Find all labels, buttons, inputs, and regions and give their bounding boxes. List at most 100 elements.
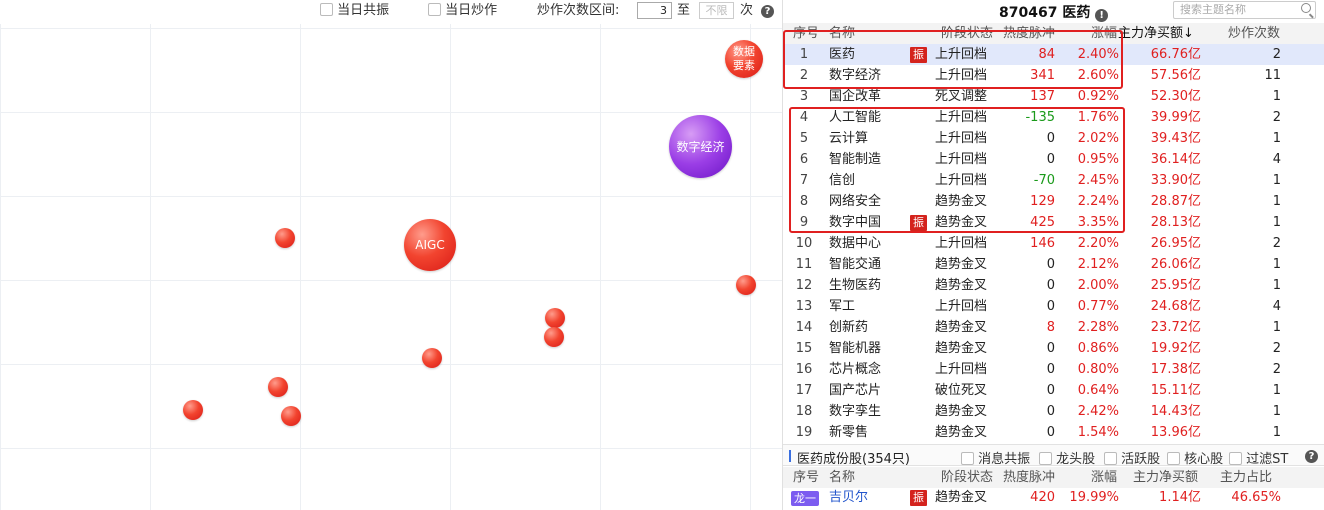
col-name[interactable]: 名称 [829,467,855,488]
chart-toolbar: 当日共振 当日炒作 炒作次数区间: 3 至 不限 次 ? [0,0,782,22]
bubble-label: 数字经济 [676,139,725,154]
col-chg[interactable]: 涨幅 [1091,467,1117,488]
theme-row[interactable]: 8 网络安全 趋势金叉 129 2.24% 28.87亿 1 [783,191,1324,212]
bubble[interactable] [183,400,203,420]
theme-row[interactable]: 1 医药 上升回档 84 2.40% 66.76亿 2 振 [783,44,1324,65]
stock-row[interactable]: 龙一 吉贝尔 振 趋势金叉 420 19.99% 1.14亿 46.65% [783,487,1324,509]
theme-stage: 趋势金叉 [935,425,988,440]
col-stage[interactable]: 阶段状态 [941,467,993,488]
theme-heat: 425 [1030,215,1055,230]
opt-active-stock[interactable]: 活跃股 [1104,448,1160,467]
bubble[interactable] [281,406,301,426]
theme-flow: 66.76亿 [1150,47,1201,62]
theme-chg: 1.76% [1077,110,1119,125]
bubble-aigc[interactable]: AIGC [404,219,456,271]
theme-row[interactable]: 5 云计算 上升回档 0 2.02% 39.43亿 1 [783,128,1324,149]
theme-heat: 0 [1046,257,1055,272]
toolbar-help-icon[interactable]: ? [761,2,774,20]
theme-count: 4 [1272,299,1281,314]
theme-stage: 趋势金叉 [935,257,988,272]
theme-row[interactable]: 16 芯片概念 上升回档 0 0.80% 17.38亿 2 [783,359,1324,380]
opt-news-resonance[interactable]: 消息共振 [961,448,1030,467]
col-stage[interactable]: 阶段状态 [941,23,993,44]
opt-filter-st[interactable]: 过滤ST [1229,448,1288,467]
hype-range-to-label: 至 [677,3,691,18]
bubble[interactable] [268,377,288,397]
theme-name: 智能制造 [829,152,882,167]
constituents-help-icon[interactable]: ? [1305,448,1318,463]
theme-heat: 0 [1046,341,1055,356]
hype-range-label: 炒作次数区间: [537,3,620,18]
theme-row[interactable]: 9 数字中国 趋势金叉 425 3.35% 28.13亿 1 振 [783,212,1324,233]
theme-row[interactable]: 11 智能交通 趋势金叉 0 2.12% 26.06亿 1 [783,254,1324,275]
theme-row[interactable]: 13 军工 上升回档 0 0.77% 24.68亿 4 [783,296,1324,317]
theme-row[interactable]: 4 人工智能 上升回档 -135 1.76% 39.99亿 2 [783,107,1324,128]
theme-row[interactable]: 10 数据中心 上升回档 146 2.20% 26.95亿 2 [783,233,1324,254]
col-cnt[interactable]: 炒作次数 [1228,23,1280,44]
theme-no: 1 [799,47,809,62]
theme-heat: 84 [1038,47,1055,62]
col-heat[interactable]: 热度脉冲 [1003,23,1055,44]
theme-row[interactable]: 12 生物医药 趋势金叉 0 2.00% 25.95亿 1 [783,275,1324,296]
theme-chg: 1.54% [1077,425,1119,440]
theme-no: 3 [799,89,809,104]
col-flow[interactable]: 主力净买额↓ [1118,23,1194,44]
theme-name: 数字经济 [829,68,882,83]
theme-search-input[interactable]: 搜索主题名称 [1173,1,1316,19]
theme-row[interactable]: 3 国企改革 死叉调整 137 0.92% 52.30亿 1 [783,86,1324,107]
theme-row[interactable]: 7 信创 上升回档 -70 2.45% 33.90亿 1 [783,170,1324,191]
opt-leader-stock[interactable]: 龙头股 [1039,448,1095,467]
theme-no: 6 [799,152,809,167]
resonance-badge: 振 [910,47,927,63]
col-heat[interactable]: 热度脉冲 [1003,467,1055,488]
theme-count: 2 [1272,47,1281,62]
theme-row[interactable]: 17 国产芯片 破位死叉 0 0.64% 15.11亿 1 [783,380,1324,401]
bubble-shuzijingji[interactable]: 数字经济 [669,115,732,178]
theme-table-header: 序号 名称 阶段状态 热度脉冲 涨幅 主力净买额↓ 炒作次数 [783,23,1324,44]
bubble-label: AIGC [415,238,445,252]
hype-range-to-input[interactable]: 不限 [699,2,734,19]
bubble[interactable] [736,275,756,295]
same-day-resonance-checkbox[interactable] [320,3,333,16]
theme-row[interactable]: 2 数字经济 上升回档 341 2.60% 57.56亿 11 [783,65,1324,86]
theme-no: 13 [795,299,813,314]
theme-row[interactable]: 18 数字孪生 趋势金叉 0 2.42% 14.43亿 1 [783,401,1324,422]
theme-chg: 2.28% [1077,320,1119,335]
theme-chg: 2.02% [1077,131,1119,146]
col-chg[interactable]: 涨幅 [1091,23,1117,44]
theme-heat: 0 [1046,362,1055,377]
theme-flow: 28.13亿 [1150,215,1201,230]
col-name[interactable]: 名称 [829,23,855,44]
theme-flow: 13.96亿 [1150,425,1201,440]
search-icon[interactable] [1301,3,1311,13]
same-day-hype-toggle[interactable]: 当日炒作 [428,2,497,20]
same-day-resonance-toggle[interactable]: 当日共振 [320,2,389,20]
col-ratio[interactable]: 主力占比 [1220,467,1272,488]
theme-row[interactable]: 14 创新药 趋势金叉 8 2.28% 23.72亿 1 [783,317,1324,338]
theme-no: 17 [795,383,813,398]
theme-flow: 24.68亿 [1150,299,1201,314]
stock-name[interactable]: 吉贝尔 [829,487,868,509]
theme-name: 数字孪生 [829,404,882,419]
hype-range-from-input[interactable]: 3 [637,2,672,19]
bubble-shujuyaosu[interactable]: 数据要素 [725,40,763,78]
col-no[interactable]: 序号 [793,467,819,488]
theme-no: 9 [799,215,809,230]
theme-chg: 2.00% [1077,278,1119,293]
col-no[interactable]: 序号 [793,23,819,44]
theme-stage: 上升回档 [935,47,988,62]
theme-row[interactable]: 15 智能机器 趋势金叉 0 0.86% 19.92亿 2 [783,338,1324,359]
theme-row[interactable]: 19 新零售 趋势金叉 0 1.54% 13.96亿 1 [783,422,1324,443]
stock-table-header: 序号 名称 阶段状态 热度脉冲 涨幅 主力净买额 主力占比 [783,467,1324,488]
same-day-hype-checkbox[interactable] [428,3,441,16]
theme-no: 2 [799,68,809,83]
bubble[interactable] [275,228,295,248]
info-icon[interactable]: ! [1095,9,1109,22]
bubble[interactable] [422,348,442,368]
col-flow[interactable]: 主力净买额 [1133,467,1198,488]
theme-row[interactable]: 6 智能制造 上升回档 0 0.95% 36.14亿 4 [783,149,1324,170]
bubble[interactable] [545,308,565,328]
bubble[interactable] [544,327,564,347]
theme-heat: -135 [1025,110,1055,125]
opt-core-stock[interactable]: 核心股 [1167,448,1223,467]
